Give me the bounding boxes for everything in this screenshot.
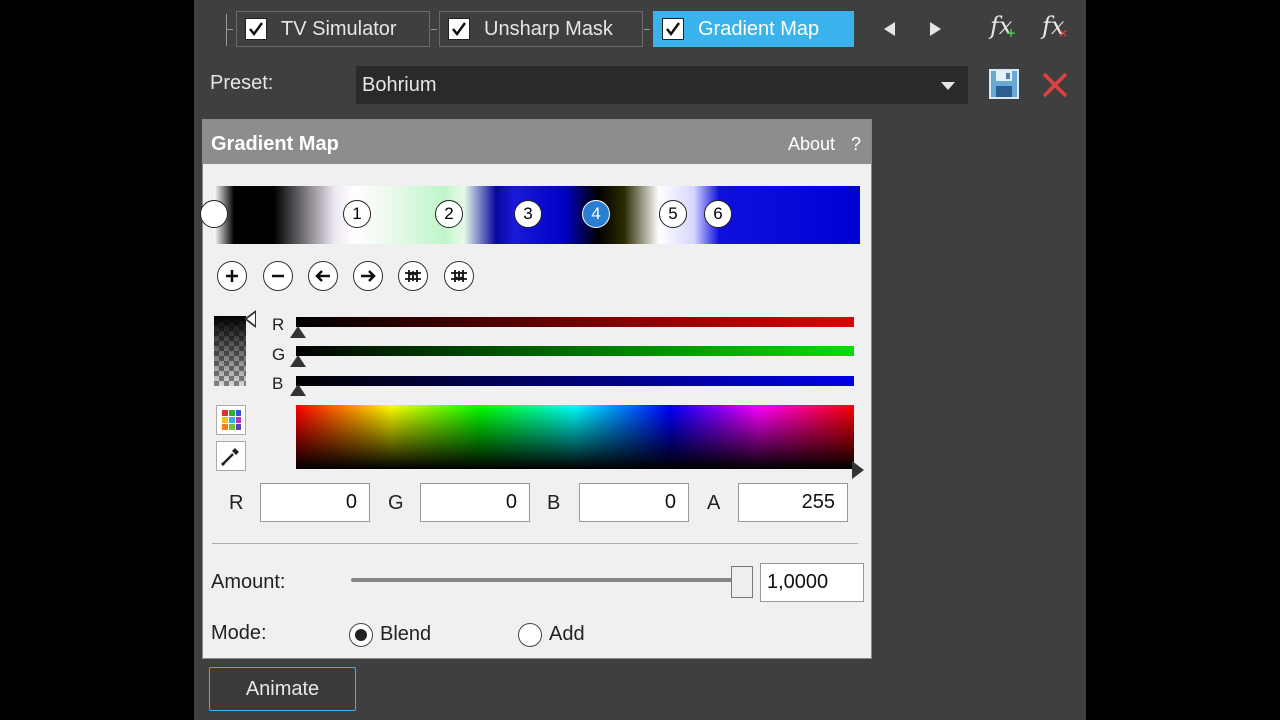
tab-separator bbox=[431, 29, 437, 30]
distribute-down-icon bbox=[451, 270, 467, 282]
tab-separator bbox=[227, 29, 233, 30]
tab-checkbox[interactable] bbox=[245, 18, 267, 40]
chevron-down-icon bbox=[941, 82, 955, 90]
channel-label-r: R bbox=[272, 315, 285, 334]
green-channel-slider[interactable] bbox=[296, 346, 854, 356]
amount-label: Amount: bbox=[211, 571, 286, 593]
checkmark-icon bbox=[452, 22, 467, 37]
gradient-bar[interactable]: 1 2 3 4 5 6 bbox=[200, 186, 860, 244]
r-label: R bbox=[229, 492, 244, 514]
amount-slider[interactable] bbox=[351, 578, 751, 582]
tab-checkbox[interactable] bbox=[662, 18, 684, 40]
color-spectrum[interactable] bbox=[296, 405, 854, 469]
b-input[interactable]: 0 bbox=[579, 483, 689, 522]
help-button[interactable]: ? bbox=[851, 134, 861, 155]
blend-radio-label[interactable]: Blend bbox=[380, 623, 431, 646]
gradient-stop-4[interactable]: 4 bbox=[582, 200, 610, 228]
tab-label: TV Simulator bbox=[281, 17, 397, 40]
tab-separator bbox=[226, 14, 227, 46]
tab-separator bbox=[644, 29, 650, 30]
preset-value: Bohrium bbox=[362, 74, 437, 96]
divider bbox=[212, 543, 858, 544]
gradient-stop-2[interactable]: 2 bbox=[435, 200, 463, 228]
add-radio-label[interactable]: Add bbox=[549, 623, 585, 646]
remove-stop-button[interactable] bbox=[263, 261, 293, 291]
palette-button[interactable] bbox=[216, 405, 246, 435]
preset-dropdown[interactable]: Bohrium bbox=[356, 66, 968, 104]
gradient-stop-0[interactable] bbox=[200, 200, 228, 228]
a-label: A bbox=[707, 492, 721, 514]
dialog-header: Gradient Map About ? bbox=[203, 120, 871, 164]
arrow-left-icon bbox=[315, 270, 330, 282]
tab-label: Unsharp Mask bbox=[484, 17, 613, 40]
floppy-disk-icon[interactable] bbox=[988, 68, 1020, 100]
triangle-left-icon[interactable] bbox=[884, 22, 895, 36]
distribute-down-button[interactable] bbox=[444, 261, 474, 291]
g-input[interactable]: 0 bbox=[420, 483, 530, 522]
tab-checkbox[interactable] bbox=[448, 18, 470, 40]
radio-selected-dot bbox=[355, 629, 367, 641]
tab-tv-simulator[interactable]: TV Simulator bbox=[236, 11, 430, 47]
dialog-title: Gradient Map bbox=[211, 133, 339, 155]
move-right-button[interactable] bbox=[353, 261, 383, 291]
a-input[interactable]: 255 bbox=[738, 483, 848, 522]
eyedropper-icon bbox=[220, 448, 239, 467]
alpha-slider-thumb-inner bbox=[247, 313, 255, 325]
minus-icon bbox=[272, 274, 284, 278]
plus-icon bbox=[226, 270, 238, 282]
channel-label-b: B bbox=[272, 374, 284, 393]
checkmark-icon bbox=[249, 22, 264, 37]
tab-unsharp-mask[interactable]: Unsharp Mask bbox=[439, 11, 643, 47]
gradient-stop-1[interactable]: 1 bbox=[343, 200, 371, 228]
amount-slider-thumb[interactable] bbox=[731, 566, 753, 598]
fx-add-icon[interactable]: fx + bbox=[990, 12, 1016, 40]
preset-label: Preset: bbox=[210, 72, 274, 94]
blend-radio[interactable] bbox=[349, 623, 373, 647]
gradient-stop-3[interactable]: 3 bbox=[514, 200, 542, 228]
eyedropper-button[interactable] bbox=[216, 441, 246, 471]
checkmark-icon bbox=[666, 22, 681, 37]
blue-slider-thumb[interactable] bbox=[290, 384, 306, 396]
tab-gradient-map[interactable]: Gradient Map bbox=[653, 11, 854, 47]
tab-label: Gradient Map bbox=[698, 17, 820, 40]
gradient-stop-6[interactable]: 6 bbox=[704, 200, 732, 228]
red-slider-thumb[interactable] bbox=[290, 326, 306, 338]
distribute-up-icon bbox=[405, 270, 421, 282]
animate-button[interactable]: Animate bbox=[209, 667, 356, 711]
fx-remove-icon[interactable]: fx × bbox=[1042, 12, 1068, 40]
blue-channel-slider[interactable] bbox=[296, 376, 854, 386]
move-left-button[interactable] bbox=[308, 261, 338, 291]
mode-label: Mode: bbox=[211, 622, 267, 644]
b-label: B bbox=[547, 492, 561, 514]
triangle-right-icon[interactable] bbox=[930, 22, 941, 36]
r-input[interactable]: 0 bbox=[260, 483, 370, 522]
distribute-up-button[interactable] bbox=[398, 261, 428, 291]
alpha-swatch[interactable] bbox=[214, 316, 246, 386]
channel-label-g: G bbox=[272, 345, 286, 364]
add-stop-button[interactable] bbox=[217, 261, 247, 291]
red-channel-slider[interactable] bbox=[296, 317, 854, 327]
arrow-right-icon bbox=[361, 270, 376, 282]
palette-icon bbox=[222, 410, 241, 430]
amount-input[interactable]: 1,0000 bbox=[760, 563, 864, 602]
about-link[interactable]: About bbox=[788, 134, 835, 155]
spectrum-thumb[interactable] bbox=[852, 461, 864, 479]
green-slider-thumb[interactable] bbox=[290, 355, 306, 367]
red-x-icon[interactable] bbox=[1041, 71, 1069, 99]
add-radio[interactable] bbox=[518, 623, 542, 647]
g-label: G bbox=[388, 492, 404, 514]
gradient-stop-5[interactable]: 5 bbox=[659, 200, 687, 228]
